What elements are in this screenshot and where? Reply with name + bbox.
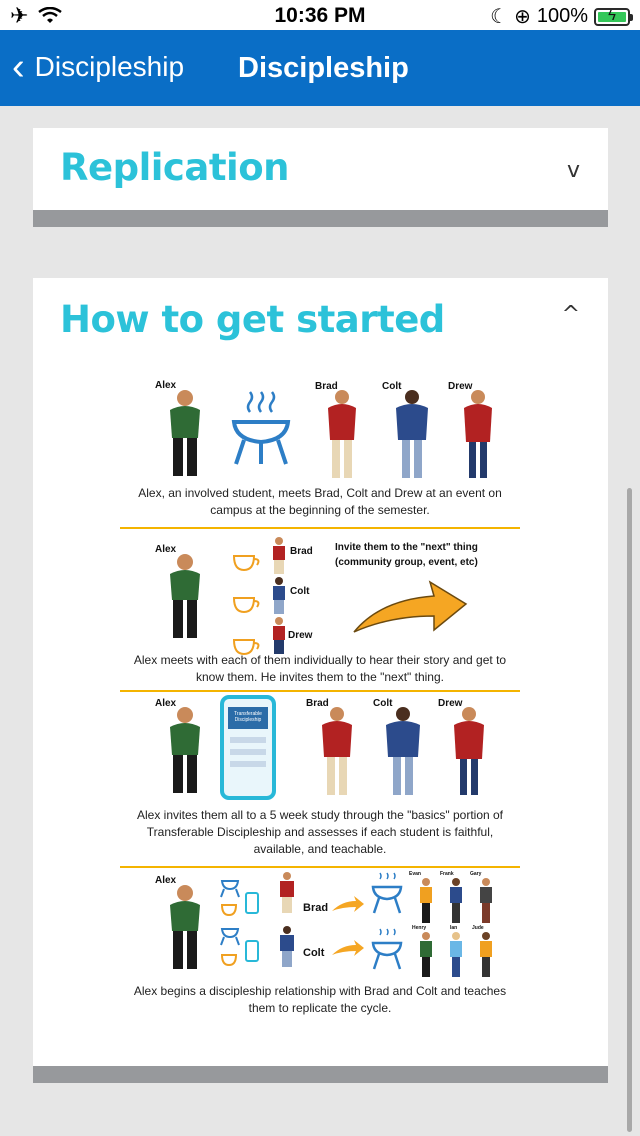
name-label: Colt xyxy=(303,947,325,959)
person-brad-illustration xyxy=(322,707,352,795)
grill-icon xyxy=(231,391,291,465)
grill-icon xyxy=(371,928,403,970)
section-title: Replication xyxy=(60,146,289,189)
arrow-right-icon xyxy=(332,896,364,912)
name-label: Drew xyxy=(288,630,313,641)
arrow-right-icon xyxy=(332,940,364,956)
phone-app-title: Transferable Discipleship xyxy=(228,707,268,729)
panel-divider xyxy=(120,527,520,529)
infographic-image: Alex Brad Colt Drew Alex, an involved st… xyxy=(120,368,520,1024)
moon-icon: ☾ xyxy=(490,6,509,28)
group-illustration xyxy=(420,878,492,923)
back-button-label: Discipleship xyxy=(34,51,185,82)
infographic-panel-1: Alex Brad Colt Drew Alex, an involved st… xyxy=(120,368,520,528)
page-title: Discipleship xyxy=(238,52,409,84)
battery-percent: 100% xyxy=(536,5,588,27)
person-alex-illustration xyxy=(170,390,200,476)
person-colt-illustration xyxy=(386,707,420,795)
back-button[interactable]: ‹ Discipleship xyxy=(12,48,184,86)
infographic-panel-3: Alex Transferable Discipleship Brad Colt xyxy=(120,693,520,863)
status-bar: ✈ 10:36 PM ☾ ⊕ 100% ϟ xyxy=(0,0,640,30)
infographic-panel-2: Alex Brad Colt Drew Invite them to the "… xyxy=(120,530,520,690)
caption-2: Alex meets with each of them individuall… xyxy=(133,653,507,684)
caption-4: Alex begins a discipleship relationship … xyxy=(133,984,507,1015)
person-drew-small xyxy=(273,617,285,654)
section-divider xyxy=(33,210,608,227)
chevron-left-icon: ‹ xyxy=(12,46,25,88)
arrow-right-icon xyxy=(353,580,468,633)
person-colt-small xyxy=(280,926,294,967)
infographic-panel-4: Alex Brad Evan Frank Gary Colt Henry Ian… xyxy=(120,869,520,1024)
rotation-lock-icon: ⊕ xyxy=(514,6,531,28)
name-label: Brad xyxy=(303,902,329,914)
chevron-down-icon[interactable]: v xyxy=(567,158,580,183)
coffee-cups-icon xyxy=(232,555,260,656)
battery-icon: ϟ xyxy=(594,7,633,26)
person-alex-illustration xyxy=(170,707,200,793)
nav-bar: ‹ Discipleship Discipleship xyxy=(0,30,640,106)
name-label: Colt xyxy=(290,586,310,597)
person-brad-illustration xyxy=(328,390,356,478)
section-title: How to get started xyxy=(60,298,445,341)
invite-note: Invite them to the "next" thing (communi… xyxy=(335,542,478,568)
panel-divider xyxy=(120,866,520,868)
scrollbar[interactable] xyxy=(627,488,632,1132)
person-drew-illustration xyxy=(464,390,492,478)
caption-1: Alex, an involved student, meets Brad, C… xyxy=(138,486,502,517)
person-brad-small xyxy=(280,872,294,913)
person-colt-illustration xyxy=(396,390,428,478)
chevron-up-icon[interactable]: ^ xyxy=(562,302,580,327)
person-brad-small xyxy=(273,537,285,574)
person-alex-illustration xyxy=(170,554,200,638)
activity-icons xyxy=(220,880,259,967)
group-illustration xyxy=(420,932,492,977)
grill-icon xyxy=(371,872,403,914)
caption-3: Alex invites them all to a 5 week study … xyxy=(136,808,504,856)
person-alex-illustration xyxy=(170,885,200,969)
person-colt-small xyxy=(273,577,285,614)
panel-divider xyxy=(120,690,520,692)
phone-illustration: Transferable Discipleship xyxy=(220,695,276,800)
section-divider xyxy=(33,1066,608,1083)
section-replication[interactable]: Replication v xyxy=(33,128,608,210)
status-right: ☾ ⊕ 100% ϟ xyxy=(490,4,633,29)
person-drew-illustration xyxy=(454,707,484,795)
name-label: Brad xyxy=(290,546,313,557)
